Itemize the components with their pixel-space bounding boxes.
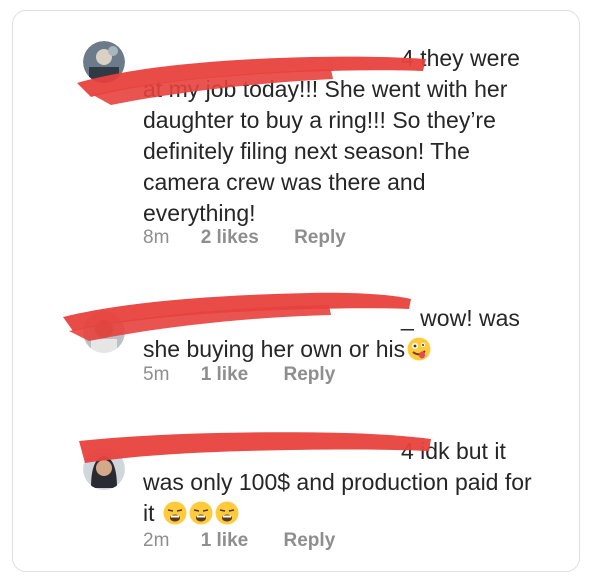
comment-meta: 2m 1 like Reply	[143, 530, 335, 552]
comment-meta: 5m 1 like Reply	[143, 364, 335, 386]
comment-line-tail: 4 idk but it	[401, 438, 506, 464]
comment-meta: 8m 2 likes Reply	[143, 227, 346, 249]
likes-count[interactable]: 1 like	[201, 364, 249, 386]
likes-count[interactable]: 2 likes	[201, 227, 259, 249]
comment-body: she buying her own or his	[143, 334, 543, 365]
avatar[interactable]	[83, 448, 125, 490]
likes-count[interactable]: 1 like	[201, 530, 249, 552]
reply-button[interactable]: Reply	[284, 364, 336, 386]
reply-button[interactable]: Reply	[284, 530, 336, 552]
comment-body: was only 100$ and production paid for it	[143, 467, 543, 529]
comment-text: _ wow! was she buying her own or his	[143, 303, 543, 365]
comment-body-text: she buying her own or his	[143, 336, 406, 362]
weary-face-emoji	[215, 501, 239, 525]
zany-face-emoji	[407, 337, 431, 361]
comment-line-tail: _ wow! was	[401, 305, 520, 331]
comments-card: 4 they were at my job today!!! She went …	[12, 10, 580, 572]
comment-text: 4 they were at my job today!!! She went …	[143, 43, 543, 229]
avatar[interactable]	[83, 311, 125, 353]
reply-button[interactable]: Reply	[294, 227, 346, 249]
comment-time: 8m	[143, 227, 170, 248]
comment-line-tail: 4 they were	[401, 45, 520, 71]
comment-time: 2m	[143, 530, 170, 551]
heart-icon[interactable]	[576, 458, 580, 468]
comment-body: at my job today!!! She went with her dau…	[143, 76, 508, 226]
heart-icon[interactable]	[576, 67, 580, 77]
comment-text: 4 idk but it was only 100$ and productio…	[143, 436, 543, 529]
weary-face-emoji	[163, 501, 187, 525]
avatar[interactable]	[83, 41, 125, 83]
heart-icon[interactable]	[576, 323, 580, 333]
comment-time: 5m	[143, 364, 170, 385]
weary-face-emoji	[189, 501, 213, 525]
